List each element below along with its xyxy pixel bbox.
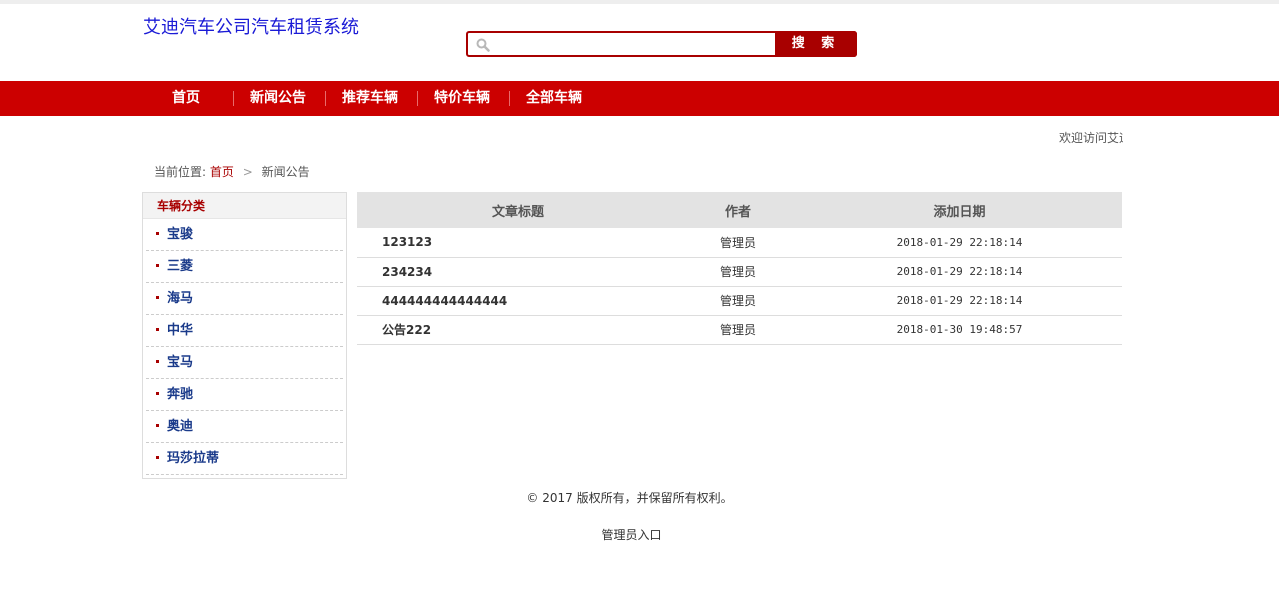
main-nav: 首页 新闻公告 推荐车辆 特价车辆 全部车辆 bbox=[0, 81, 1279, 116]
bullet-icon bbox=[156, 328, 159, 331]
admin-entry-link[interactable]: 管理员入口 bbox=[0, 526, 1263, 543]
news-author: 管理员 bbox=[679, 257, 797, 287]
category-label: 奥迪 bbox=[167, 419, 194, 434]
nav-divider bbox=[233, 91, 234, 106]
nav-divider bbox=[509, 91, 510, 106]
top-border bbox=[0, 0, 1279, 4]
category-item[interactable]: 奔驰 bbox=[146, 379, 343, 411]
category-item[interactable]: 奥迪 bbox=[146, 411, 343, 443]
category-item[interactable]: 玛莎拉蒂 bbox=[146, 443, 343, 475]
site-title: 艾迪汽车公司汽车租赁系统 bbox=[143, 17, 359, 38]
table-row: 公告222 管理员 2018-01-30 19:48:57 bbox=[357, 315, 1122, 345]
nav-divider bbox=[325, 91, 326, 106]
news-author: 管理员 bbox=[679, 286, 797, 316]
bullet-icon bbox=[156, 360, 159, 363]
news-table: 文章标题 作者 添加日期 123123 管理员 2018-01-29 22:18… bbox=[357, 192, 1122, 345]
category-item[interactable]: 宝骏 bbox=[146, 219, 343, 251]
category-label: 玛莎拉蒂 bbox=[167, 451, 220, 466]
breadcrumb-current: 新闻公告 bbox=[261, 165, 310, 179]
bullet-icon bbox=[156, 392, 159, 395]
category-list: 宝骏 三菱 海马 中华 宝马 奔驰 奥迪 玛莎拉蒂 bbox=[143, 219, 346, 475]
bullet-icon bbox=[156, 264, 159, 267]
category-label: 三菱 bbox=[167, 259, 194, 274]
category-label: 海马 bbox=[167, 291, 194, 306]
nav-divider bbox=[417, 91, 418, 106]
table-row: 234234 管理员 2018-01-29 22:18:14 bbox=[357, 257, 1122, 287]
news-author: 管理员 bbox=[679, 228, 797, 258]
breadcrumb: 当前位置: 首页 > 新闻公告 bbox=[154, 164, 310, 180]
category-item[interactable]: 三菱 bbox=[146, 251, 343, 283]
news-title-link[interactable]: 444444444444444 bbox=[382, 294, 507, 308]
nav-item-recommended-cars[interactable]: 推荐车辆 bbox=[342, 81, 398, 116]
category-label: 中华 bbox=[167, 323, 194, 338]
bullet-icon bbox=[156, 456, 159, 459]
search-box: 搜 索 bbox=[466, 31, 857, 57]
nav-item-all-cars[interactable]: 全部车辆 bbox=[526, 81, 582, 116]
car-category-sidebar: 车辆分类 宝骏 三菱 海马 中华 宝马 奔驰 奥迪 玛莎拉蒂 bbox=[142, 192, 347, 479]
news-author: 管理员 bbox=[679, 315, 797, 345]
news-title-link[interactable]: 123123 bbox=[382, 235, 432, 249]
copyright-text: © 2017 版权所有，并保留所有权利。 bbox=[526, 491, 733, 505]
breadcrumb-separator: > bbox=[242, 165, 253, 179]
search-icon bbox=[476, 38, 490, 52]
welcome-marquee: 欢迎访问艾迪汽车公司汽车租赁系统 bbox=[1059, 131, 1123, 145]
column-header-author: 作者 bbox=[679, 192, 797, 228]
table-header-row: 文章标题 作者 添加日期 bbox=[357, 192, 1122, 228]
table-row: 123123 管理员 2018-01-29 22:18:14 bbox=[357, 228, 1122, 258]
bullet-icon bbox=[156, 296, 159, 299]
news-date: 2018-01-30 19:48:57 bbox=[797, 315, 1122, 345]
search-button[interactable]: 搜 索 bbox=[775, 31, 857, 57]
category-label: 宝骏 bbox=[167, 227, 194, 242]
news-title-link[interactable]: 234234 bbox=[382, 265, 432, 279]
category-item[interactable]: 中华 bbox=[146, 315, 343, 347]
bullet-icon bbox=[156, 232, 159, 235]
news-date: 2018-01-29 22:18:14 bbox=[797, 286, 1122, 316]
column-header-date: 添加日期 bbox=[797, 192, 1122, 228]
nav-item-special-cars[interactable]: 特价车辆 bbox=[434, 81, 490, 116]
category-label: 奔驰 bbox=[167, 387, 194, 402]
search-input[interactable] bbox=[496, 35, 772, 53]
category-item[interactable]: 宝马 bbox=[146, 347, 343, 379]
news-date: 2018-01-29 22:18:14 bbox=[797, 257, 1122, 287]
news-date: 2018-01-29 22:18:14 bbox=[797, 228, 1122, 258]
breadcrumb-home-link[interactable]: 首页 bbox=[210, 165, 234, 179]
nav-item-home[interactable]: 首页 bbox=[172, 81, 200, 116]
nav-item-news[interactable]: 新闻公告 bbox=[250, 81, 306, 116]
bullet-icon bbox=[156, 424, 159, 427]
table-row: 444444444444444 管理员 2018-01-29 22:18:14 bbox=[357, 286, 1122, 316]
breadcrumb-prefix: 当前位置: bbox=[154, 165, 207, 179]
news-title-link[interactable]: 公告222 bbox=[382, 323, 431, 337]
column-header-title: 文章标题 bbox=[357, 192, 679, 228]
category-item[interactable]: 海马 bbox=[146, 283, 343, 315]
sidebar-heading: 车辆分类 bbox=[143, 193, 346, 219]
category-label: 宝马 bbox=[167, 355, 194, 370]
